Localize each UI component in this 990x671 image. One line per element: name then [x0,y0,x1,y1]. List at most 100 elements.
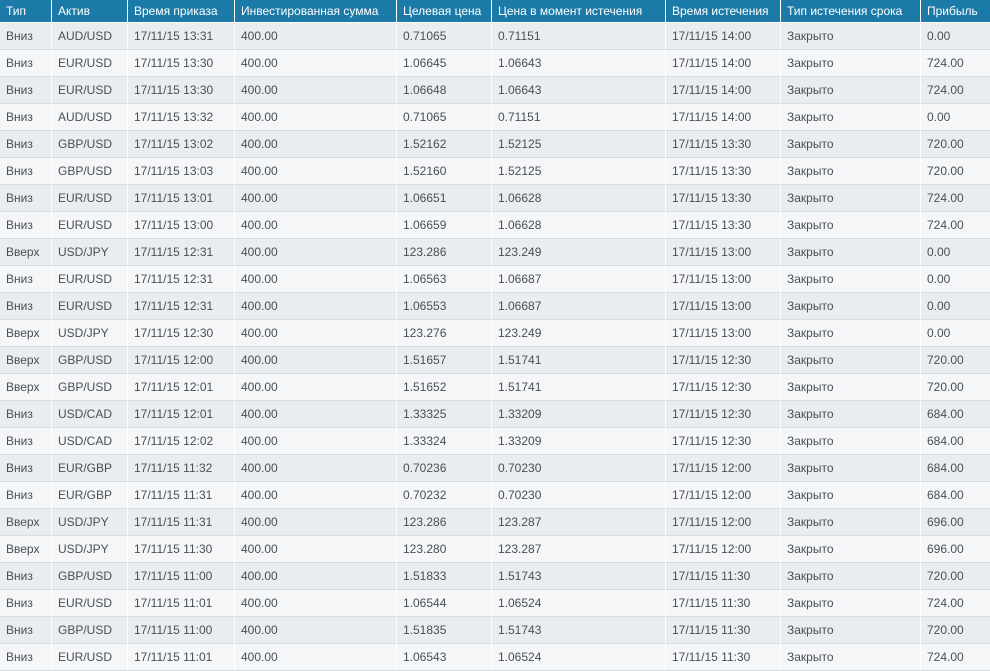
column-header-type[interactable]: Тип [0,0,52,22]
cell-asset: EUR/USD [52,185,128,212]
cell-target-price: 1.06553 [397,293,492,320]
cell-expiry-price: 1.51741 [492,347,666,374]
cell-expiry-time: 17/11/15 11:30 [666,644,781,671]
cell-expiry-time: 17/11/15 13:00 [666,266,781,293]
cell-expiry-price: 123.287 [492,536,666,563]
cell-expiry-time: 17/11/15 13:00 [666,293,781,320]
table-row[interactable]: Вниз EUR/GBP 17/11/15 11:32 400.00 0.70236 0.… [0,455,990,482]
table-row[interactable]: Вниз GBP/USD 17/11/15 11:00 400.00 1.51835 1.… [0,617,990,644]
cell-expiry-type: Закрыто [781,401,921,428]
cell-asset: GBP/USD [52,617,128,644]
cell-expiry-price: 0.71151 [492,104,666,131]
cell-type: Вниз [0,22,52,50]
table-row[interactable]: Вверх USD/JPY 17/11/15 11:31 400.00 123.286 1… [0,509,990,536]
cell-expiry-price: 1.52125 [492,158,666,185]
cell-expiry-price: 1.52125 [492,131,666,158]
table-row[interactable]: Вниз EUR/USD 17/11/15 13:30 400.00 1.06648 1.… [0,77,990,104]
cell-expiry-price: 1.51741 [492,374,666,401]
cell-order-time: 17/11/15 13:00 [128,212,235,239]
cell-asset: GBP/USD [52,563,128,590]
table-row[interactable]: Вниз GBP/USD 17/11/15 13:02 400.00 1.52162 1.… [0,131,990,158]
cell-target-price: 1.06645 [397,50,492,77]
cell-expiry-price: 123.287 [492,509,666,536]
table-row[interactable]: Вниз GBP/USD 17/11/15 13:03 400.00 1.52160 1.… [0,158,990,185]
cell-asset: AUD/USD [52,104,128,131]
column-header-invested-amount[interactable]: Инвестированная сумма [235,0,397,22]
cell-target-price: 1.06651 [397,185,492,212]
cell-expiry-time: 17/11/15 14:00 [666,104,781,131]
table-row[interactable]: Вниз EUR/USD 17/11/15 12:31 400.00 1.06553 1.… [0,293,990,320]
cell-order-time: 17/11/15 12:31 [128,239,235,266]
table-row[interactable]: Вниз AUD/USD 17/11/15 13:31 400.00 0.71065 0.… [0,22,990,50]
table-row[interactable]: Вниз USD/CAD 17/11/15 12:01 400.00 1.33325 1.… [0,401,990,428]
cell-invested-amount: 400.00 [235,374,397,401]
cell-invested-amount: 400.00 [235,536,397,563]
table-row[interactable]: Вниз EUR/USD 17/11/15 13:01 400.00 1.06651 1.… [0,185,990,212]
cell-target-price: 1.06543 [397,644,492,671]
cell-profit: 0.00 [921,293,990,320]
column-header-expiry-type[interactable]: Тип истечения срока [781,0,921,22]
column-header-asset[interactable]: Актив [52,0,128,22]
cell-expiry-time: 17/11/15 12:00 [666,482,781,509]
cell-profit: 724.00 [921,185,990,212]
trade-history-table: Тип Актив Время приказа Инвестированная … [0,0,990,671]
cell-expiry-price: 0.70230 [492,482,666,509]
cell-type: Вниз [0,590,52,617]
cell-target-price: 1.06648 [397,77,492,104]
cell-asset: EUR/USD [52,266,128,293]
cell-asset: USD/JPY [52,509,128,536]
cell-expiry-type: Закрыто [781,104,921,131]
cell-asset: EUR/GBP [52,455,128,482]
table-row[interactable]: Вверх USD/JPY 17/11/15 11:30 400.00 123.280 1… [0,536,990,563]
cell-expiry-price: 1.33209 [492,401,666,428]
table-row[interactable]: Вниз EUR/USD 17/11/15 12:31 400.00 1.06563 1.… [0,266,990,293]
table-row[interactable]: Вверх GBP/USD 17/11/15 12:00 400.00 1.51657 1… [0,347,990,374]
table-row[interactable]: Вниз GBP/USD 17/11/15 11:00 400.00 1.51833 1.… [0,563,990,590]
cell-type: Вверх [0,320,52,347]
cell-type: Вниз [0,455,52,482]
cell-target-price: 0.71065 [397,104,492,131]
table-row[interactable]: Вниз EUR/GBP 17/11/15 11:31 400.00 0.70232 0.… [0,482,990,509]
cell-target-price: 123.280 [397,536,492,563]
column-header-expiry-time[interactable]: Время истечения [666,0,781,22]
cell-invested-amount: 400.00 [235,563,397,590]
cell-type: Вверх [0,374,52,401]
cell-profit: 720.00 [921,617,990,644]
cell-invested-amount: 400.00 [235,644,397,671]
cell-expiry-price: 1.51743 [492,617,666,644]
table-row[interactable]: Вниз EUR/USD 17/11/15 13:00 400.00 1.06659 1.… [0,212,990,239]
cell-invested-amount: 400.00 [235,293,397,320]
cell-profit: 720.00 [921,563,990,590]
cell-order-time: 17/11/15 13:02 [128,131,235,158]
table-row[interactable]: Вверх USD/JPY 17/11/15 12:31 400.00 123.286 1… [0,239,990,266]
cell-expiry-price: 1.06687 [492,293,666,320]
cell-expiry-price: 1.06687 [492,266,666,293]
cell-invested-amount: 400.00 [235,455,397,482]
cell-order-time: 17/11/15 11:30 [128,536,235,563]
column-header-profit[interactable]: Прибыль [921,0,990,22]
cell-order-time: 17/11/15 11:01 [128,644,235,671]
cell-order-time: 17/11/15 12:01 [128,374,235,401]
table-row[interactable]: Вверх GBP/USD 17/11/15 12:01 400.00 1.51652 1… [0,374,990,401]
cell-invested-amount: 400.00 [235,22,397,50]
cell-order-time: 17/11/15 11:00 [128,617,235,644]
column-header-order-time[interactable]: Время приказа [128,0,235,22]
column-header-target-price[interactable]: Целевая цена [397,0,492,22]
cell-expiry-type: Закрыто [781,428,921,455]
column-header-expiry-price[interactable]: Цена в момент истечения [492,0,666,22]
table-row[interactable]: Вниз AUD/USD 17/11/15 13:32 400.00 0.71065 0.… [0,104,990,131]
cell-expiry-price: 1.06643 [492,50,666,77]
table-row[interactable]: Вниз EUR/USD 17/11/15 11:01 400.00 1.06544 1.… [0,590,990,617]
cell-order-time: 17/11/15 12:01 [128,401,235,428]
table-row[interactable]: Вниз EUR/USD 17/11/15 11:01 400.00 1.06543 1.… [0,644,990,671]
table-row[interactable]: Вверх USD/JPY 17/11/15 12:30 400.00 123.276 1… [0,320,990,347]
cell-expiry-type: Закрыто [781,22,921,50]
table-row[interactable]: Вниз EUR/USD 17/11/15 13:30 400.00 1.06645 1.… [0,50,990,77]
cell-profit: 720.00 [921,158,990,185]
cell-target-price: 1.51835 [397,617,492,644]
cell-invested-amount: 400.00 [235,266,397,293]
cell-expiry-type: Закрыто [781,563,921,590]
header-row: Тип Актив Время приказа Инвестированная … [0,0,990,22]
cell-type: Вниз [0,293,52,320]
table-row[interactable]: Вниз USD/CAD 17/11/15 12:02 400.00 1.33324 1.… [0,428,990,455]
